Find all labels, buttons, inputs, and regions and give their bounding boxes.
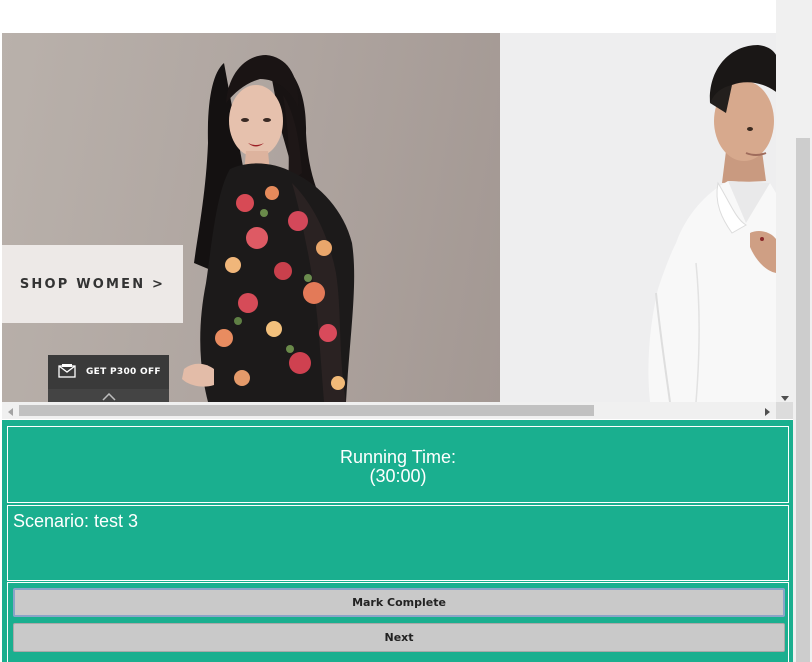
window-vertical-scroll-thumb[interactable]: [796, 138, 810, 662]
running-time-box: Running Time: (30:00): [7, 426, 789, 503]
women-banner-panel[interactable]: SHOP WOMEN > GET P300 OFF: [2, 33, 500, 402]
mark-complete-button[interactable]: Mark Complete: [13, 588, 785, 617]
hero-banner: SHOP WOMEN > GET P300 OFF: [2, 33, 776, 402]
running-time-value: (30:00): [369, 466, 427, 486]
promo-label: GET P300 OFF: [86, 367, 161, 377]
promo-toggle[interactable]: [48, 389, 169, 402]
promo-voucher-header: GET P300 OFF: [48, 355, 169, 389]
triangle-right-icon: [765, 401, 770, 420]
triangle-left-icon: [8, 401, 13, 420]
man-model-photo: [500, 33, 776, 402]
window-vertical-scrollbar[interactable]: [793, 0, 812, 662]
scenario-box: Scenario: test 3: [7, 505, 789, 581]
scenario-text: Scenario: test 3: [13, 511, 139, 531]
page-vertical-scrollbar[interactable]: [776, 0, 793, 402]
task-actions: Mark Complete Next: [7, 582, 789, 662]
scroll-right-arrow[interactable]: [763, 406, 772, 416]
men-banner-panel[interactable]: [500, 33, 776, 402]
next-button[interactable]: Next: [13, 623, 785, 652]
running-time-label: Running Time:: [339, 447, 457, 467]
voucher-icon: [58, 363, 76, 382]
shop-women-button[interactable]: SHOP WOMEN >: [2, 245, 183, 323]
page-horizontal-scrollbar[interactable]: [2, 402, 776, 419]
scroll-down-arrow[interactable]: [780, 391, 789, 401]
promo-voucher-tab[interactable]: GET P300 OFF: [48, 355, 169, 402]
scroll-left-arrow[interactable]: [6, 406, 15, 416]
web-page: SHOP WOMEN > GET P300 OFF: [2, 0, 776, 402]
task-panel: Running Time: (30:00) Scenario: test 3 M…: [2, 420, 793, 662]
browser-viewport: SHOP WOMEN > GET P300 OFF: [0, 0, 812, 420]
chevron-up-icon: [101, 386, 116, 402]
woman-model-photo: [182, 55, 355, 402]
page-horizontal-scroll-thumb[interactable]: [19, 405, 594, 416]
scrollbar-corner: [776, 402, 793, 419]
